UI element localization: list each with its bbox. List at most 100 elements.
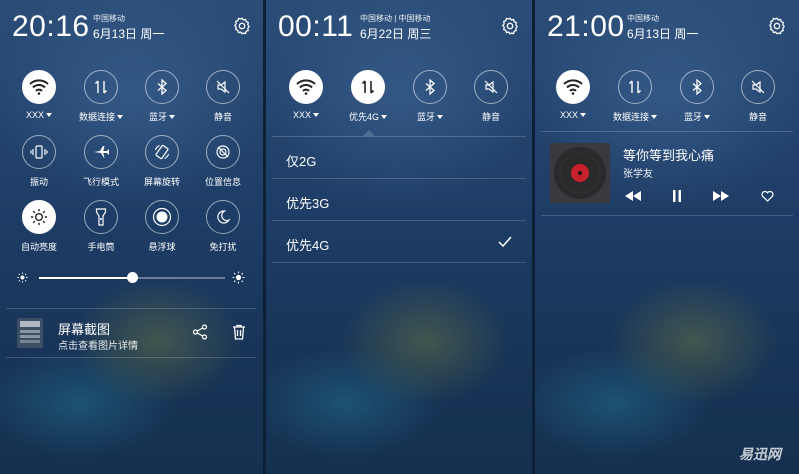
toggle-bluetooth[interactable]: 蓝牙 — [667, 70, 727, 123]
heart-icon[interactable] — [761, 191, 774, 202]
toggle-airplane[interactable]: 飞行模式 — [71, 135, 131, 188]
chevron-down-icon[interactable] — [46, 113, 52, 117]
toggle-label: 静音 — [481, 112, 500, 122]
toggle-mute[interactable]: 静音 — [728, 70, 788, 123]
quick-settings-panel-1: 20:16 中国移动 6月13日 周一 XXX 数据连接 蓝牙 静音 振动 飞行… — [0, 0, 263, 474]
toggle-label: XXX — [25, 110, 44, 120]
carrier-label: 中国移动 — [93, 14, 125, 23]
toggle-rotate[interactable]: 屏幕旋转 — [132, 135, 192, 188]
toggle-wifi[interactable]: XXX — [543, 70, 603, 120]
wifi-icon — [22, 70, 56, 104]
divider — [272, 178, 526, 179]
quick-settings-panel-3: 21:00 中国移动 6月13日 周一 XXX 数据连接 蓝牙 静音 等你等到我… — [535, 0, 799, 474]
wifi-icon — [556, 70, 590, 104]
toggle-location[interactable]: 位置信息 — [193, 135, 253, 188]
mute-icon — [741, 70, 775, 104]
vibrate-icon — [22, 135, 56, 169]
divider — [6, 357, 256, 358]
toggle-wifi[interactable]: XXX — [9, 70, 69, 120]
network-option-label: 仅2G — [286, 154, 317, 169]
divider — [541, 215, 793, 216]
toggle-data-connection[interactable]: 优先4G — [338, 70, 398, 123]
chevron-down-icon[interactable] — [704, 115, 710, 119]
divider — [272, 262, 526, 263]
toggle-vibrate[interactable]: 振动 — [9, 135, 69, 188]
chevron-down-icon[interactable] — [651, 115, 657, 119]
date-label: 6月13日 周一 — [93, 27, 165, 41]
network-option-label: 优先3G — [286, 196, 330, 211]
toggle-label: 优先4G — [348, 112, 379, 122]
toggle-auto-brightness[interactable]: 自动亮度 — [9, 200, 69, 253]
clock: 20:16 — [12, 10, 90, 43]
location-icon — [206, 135, 240, 169]
pause-icon[interactable] — [672, 190, 682, 202]
toggle-label: XXX — [292, 110, 311, 120]
brightness-low-icon — [17, 272, 28, 283]
clock: 21:00 — [547, 10, 625, 43]
notification-title: 屏幕截图 — [58, 322, 111, 337]
divider — [541, 131, 793, 132]
fast-forward-icon[interactable] — [713, 191, 729, 201]
carrier-label: 中国移动 — [627, 14, 659, 23]
date-label: 6月22日 周三 — [360, 27, 432, 41]
toggle-mute[interactable]: 静音 — [461, 70, 521, 123]
toggle-data-connection[interactable]: 数据连接 — [605, 70, 665, 123]
moon-icon — [206, 200, 240, 234]
float-ball-icon — [145, 200, 179, 234]
toggle-do-not-disturb[interactable]: 免打扰 — [193, 200, 253, 253]
toggle-wifi[interactable]: XXX — [276, 70, 336, 120]
toggle-data-connection[interactable]: 数据连接 — [71, 70, 131, 123]
chevron-down-icon[interactable] — [117, 115, 123, 119]
toggle-label: 位置信息 — [204, 177, 241, 187]
toggle-label: 飞行模式 — [82, 177, 119, 187]
wifi-icon — [289, 70, 323, 104]
album-art — [550, 143, 610, 203]
toggle-label: 手电筒 — [87, 242, 115, 252]
toggle-bluetooth[interactable]: 蓝牙 — [132, 70, 192, 123]
toggle-label: 免打扰 — [209, 242, 237, 252]
mute-icon — [206, 70, 240, 104]
mute-icon — [474, 70, 508, 104]
toggle-flashlight[interactable]: 手电筒 — [71, 200, 131, 253]
rotate-icon — [145, 135, 179, 169]
toggle-mute[interactable]: 静音 — [193, 70, 253, 123]
screenshot-thumbnail — [17, 318, 43, 348]
watermark-logo: 易迅网 — [739, 446, 781, 462]
trash-icon[interactable] — [232, 324, 246, 340]
chevron-down-icon[interactable] — [169, 115, 175, 119]
toggle-label: 蓝牙 — [416, 112, 435, 122]
vinyl-record-icon — [554, 147, 606, 199]
carrier-label: 中国移动 | 中国移动 — [360, 14, 431, 23]
bluetooth-icon — [413, 70, 447, 104]
toggle-label: 静音 — [748, 112, 767, 122]
chevron-down-icon[interactable] — [437, 115, 443, 119]
settings-gear-icon[interactable] — [232, 16, 252, 36]
chevron-down-icon[interactable] — [381, 115, 387, 119]
bluetooth-icon — [680, 70, 714, 104]
divider — [272, 136, 526, 137]
chevron-down-icon[interactable] — [580, 113, 586, 117]
clock: 00:11 — [278, 10, 354, 43]
data-connection-icon — [351, 70, 385, 104]
toggle-bluetooth[interactable]: 蓝牙 — [400, 70, 460, 123]
settings-gear-icon[interactable] — [767, 16, 787, 36]
rewind-icon[interactable] — [625, 191, 641, 201]
brightness-high-icon — [232, 271, 245, 284]
share-icon[interactable] — [192, 324, 208, 340]
quick-settings-panel-2: 00:11 中国移动 | 中国移动 6月22日 周三 XXX 优先4G 蓝牙 静… — [266, 0, 532, 474]
brightness-slider-knob[interactable] — [126, 272, 138, 283]
data-connection-icon — [84, 70, 118, 104]
chevron-down-icon[interactable] — [313, 113, 319, 117]
divider — [272, 220, 526, 221]
toggle-label: 数据连接 — [612, 112, 649, 122]
toggle-float-ball[interactable]: 悬浮球 — [132, 200, 192, 253]
brightness-slider-fill — [39, 277, 132, 279]
data-connection-icon — [618, 70, 652, 104]
toggle-label: 悬浮球 — [148, 242, 176, 252]
toggle-label: 静音 — [213, 112, 232, 122]
toggle-label: 蓝牙 — [683, 112, 702, 122]
bluetooth-icon — [145, 70, 179, 104]
artist-name: 张学友 — [623, 169, 653, 180]
checkmark-icon — [498, 236, 512, 248]
settings-gear-icon[interactable] — [500, 16, 520, 36]
